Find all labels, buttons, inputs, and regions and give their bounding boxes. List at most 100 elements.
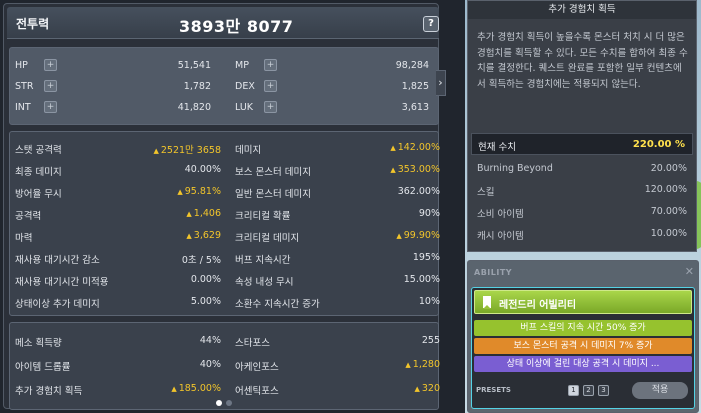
ability-grade-label: 레전드리 어빌리티 [499,300,577,311]
page-dot-2[interactable] [226,400,232,406]
stat-value-text: 40% [199,359,221,370]
stat-value: 255 [422,335,440,346]
add-stat-button[interactable]: + [264,80,277,92]
stat-value-text: 1,280 [412,359,440,370]
stat-label: 방어율 무시 [15,189,62,200]
stat-row: INT +41,820 [15,101,211,120]
ability-window: ABILITY ✕ 레전드리 어빌리티 버프 스킬의 지속 시간 50% 증가 … [467,260,699,413]
stat-label: 어센틱포스 [235,386,279,397]
stat-value-text: 41,820 [177,102,211,113]
stat-row: 크리티컬 데미지 ▲ 99.90% [235,230,440,248]
exp-panel-description: 추가 경험치 획득이 높을수록 몬스터 처치 시 더 많은 경험치를 획득할 수… [477,32,688,90]
stat-label: 버프 지속시간 [235,255,291,266]
stat-value: ▲ 3,629 [186,230,221,241]
exp-source-value: 10.00% [650,228,687,239]
stat-label: 아이템 드롭률 [15,362,71,373]
stat-value: 90% [419,208,440,219]
ability-grade-bar: 레전드리 어빌리티 [474,290,692,314]
stat-value-text: 1,782 [183,81,211,92]
stat-value: 51,541 [178,60,211,71]
stat-value-text: 3,613 [401,102,429,113]
increase-icon: ▲ [186,210,192,218]
stat-value: ▲ 1,406 [186,208,221,219]
stat-value-text: 185.00% [178,383,221,394]
stat-value-text: 90% [418,208,440,219]
preset-2-button[interactable]: 2 [583,385,594,396]
stat-row: LUK +3,613 [235,101,429,120]
stat-row: 마력 ▲ 3,629 [15,230,221,248]
stat-label: 속성 내성 무시 [235,277,294,288]
stat-row: 추가 경험치 획득 ▲ 185.00% [15,383,221,401]
page-dot-1[interactable] [216,400,222,406]
stat-label: 마력 [15,233,33,244]
stat-value: 10% [419,296,440,307]
stat-value-text: 15.00% [403,274,440,285]
increase-icon: ▲ [177,188,183,196]
stat-value: 0.00% [191,274,221,285]
stat-row: 아이템 드롭률 40% [15,359,221,377]
stat-value: 0초 / 5% [182,252,221,266]
stat-value-text: 320 [421,383,440,394]
stat-row: 스타포스 255 [235,335,440,353]
stat-value: 362.00% [398,186,440,197]
add-stat-button[interactable]: + [44,80,57,92]
add-stat-button[interactable]: + [44,59,57,71]
exp-source-value: 20.00% [650,163,687,174]
stat-label: 소환수 지속시간 증가 [235,299,320,310]
stat-label: 스탯 공격력 [15,145,62,156]
stat-value: 3,613 [402,102,429,113]
stat-value-text: 353.00% [397,164,440,175]
detail-stats-box: 스탯 공격력 ▲ 2521만 3658 데미지 ▲ 142.00% 최종 데미지 40.00%… [9,131,440,316]
add-stat-button[interactable]: + [264,101,277,113]
stat-label: 아케인포스 [235,362,279,373]
increase-icon: ▲ [171,385,177,393]
exp-source-value: 70.00% [650,206,687,217]
increase-icon: ▲ [390,166,396,174]
stat-value-text: 98,284 [395,60,429,71]
apply-button[interactable]: 적용 [632,382,688,399]
exp-source-row: 캐시 아이템 10.00% [477,228,687,242]
stat-label: 스타포스 [235,338,270,349]
stat-label: DEX [235,81,255,92]
stat-value-text: 40.00% [184,164,221,175]
preset-3-button[interactable]: 3 [598,385,609,396]
stat-value: 5.00% [191,296,221,307]
stat-value: 44% [200,335,221,346]
stat-row: 보스 몬스터 데미지 ▲ 353.00% [235,164,440,182]
stat-value: 41,820 [178,102,211,113]
stat-value-text: 195% [412,252,440,263]
misc-stats-box: 메소 획득량 44% 스타포스 255 아이템 드롭률 40% 아케인포스 ▲ 1,280 추가 … [9,322,440,410]
ability-panel: 레전드리 어빌리티 버프 스킬의 지속 시간 50% 증가 보스 몬스터 공격 … [471,287,695,409]
stat-row: 일반 몬스터 데미지 362.00% [235,186,440,204]
increase-icon: ▲ [414,385,420,393]
exp-source-label: 소비 아이템 [477,209,524,220]
stat-row: 크리티컬 확률 90% [235,208,440,226]
exp-current-row: 현재 수치 220.00 % [471,133,693,155]
preset-1-button[interactable]: 1 [568,385,579,396]
ability-line-1: 버프 스킬의 지속 시간 50% 증가 [474,320,692,336]
stat-label: 일반 몬스터 데미지 [235,189,311,200]
add-stat-button[interactable]: + [44,101,57,113]
exp-detail-panel: 추가 경험치 획득 추가 경험치 획득이 높을수록 몬스터 처치 시 더 많은 … [467,0,697,252]
exp-source-row: 소비 아이템 70.00% [477,206,687,220]
stat-label: INT [15,102,31,113]
close-icon[interactable]: ✕ [685,265,694,278]
stat-row: HP +51,541 [15,59,211,78]
stat-value-text: 1,825 [401,81,429,92]
presets-label: PRESETS [476,386,511,394]
basic-stats-box: HP +51,541 MP +98,284 STR +1,782 DEX +1,825 INT +… [9,47,439,125]
ability-line-3: 상태 이상에 걸린 대상 공격 시 데미지 ... [474,356,692,372]
stat-label: 추가 경험치 획득 [15,386,83,397]
stat-value-text: 10% [418,296,440,307]
expand-arrow-button[interactable]: › [436,70,446,96]
help-button[interactable]: ? [423,16,439,32]
add-stat-button[interactable]: + [264,59,277,71]
stat-row: 최종 데미지 40.00% [15,164,221,182]
stat-label: 크리티컬 데미지 [235,233,300,244]
stat-row: 방어율 무시 ▲ 95.81% [15,186,221,204]
exp-source-row: Burning Beyond 20.00% [477,163,687,177]
stat-value: 1,782 [184,81,211,92]
bookmark-icon [483,296,491,309]
stat-value: ▲ 142.00% [390,142,440,153]
stat-value-text: 99.90% [403,230,440,241]
